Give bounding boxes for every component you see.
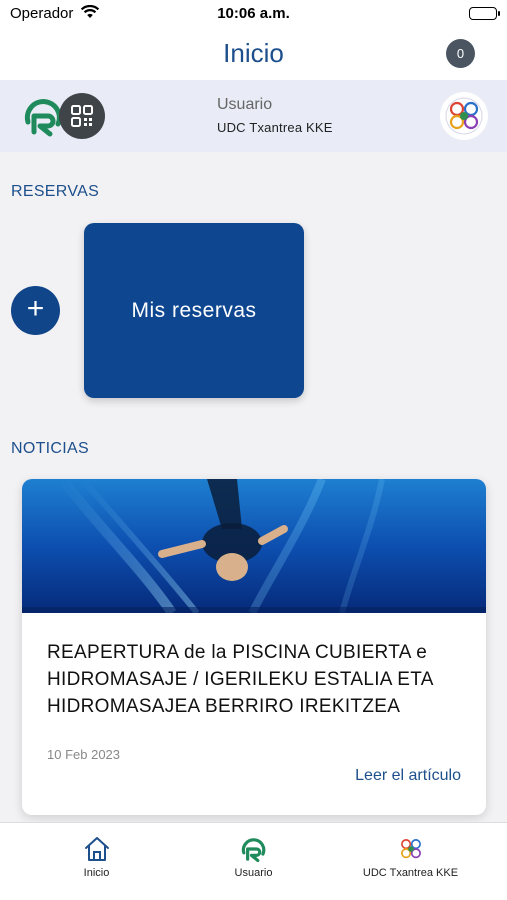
tab-usuario[interactable]: Usuario bbox=[169, 823, 338, 900]
add-reserva-button[interactable]: + bbox=[11, 286, 60, 335]
reservas-section-title: RESERVAS bbox=[11, 183, 100, 200]
home-icon bbox=[84, 837, 109, 861]
news-title: REAPERTURA de la PISCINA CUBIERTA e HIDR… bbox=[47, 642, 433, 717]
notification-badge[interactable]: 0 bbox=[446, 39, 475, 68]
qr-code-icon bbox=[71, 105, 93, 127]
status-time: 10:06 a.m. bbox=[217, 5, 290, 22]
news-image bbox=[22, 479, 486, 613]
news-date: 10 Feb 2023 bbox=[47, 747, 121, 762]
status-bar: Operador 10:06 a.m. bbox=[0, 0, 507, 30]
user-label: Usuario bbox=[217, 96, 273, 113]
user-bar: Usuario UDC Txantrea KKE bbox=[0, 80, 507, 152]
mis-reservas-card[interactable]: Mis reservas bbox=[84, 223, 304, 398]
tab-club-label: UDC Txantrea KKE bbox=[362, 867, 459, 879]
tab-inicio-label: Inicio bbox=[83, 867, 110, 879]
battery-icon bbox=[469, 7, 500, 20]
tab-bar: Inicio Usuario UDC Txantrea KKE bbox=[0, 822, 507, 900]
nav-header: Inicio 0 bbox=[0, 30, 507, 80]
qr-code-button[interactable] bbox=[59, 93, 105, 139]
news-card[interactable]: REAPERTURA de la PISCINA CUBIERTA e HIDR… bbox=[22, 479, 486, 815]
user-club-name: UDC Txantrea KKE bbox=[217, 120, 333, 135]
club-logo-icon bbox=[400, 839, 421, 859]
mis-reservas-label: Mis reservas bbox=[131, 298, 257, 322]
tab-usuario-label: Usuario bbox=[234, 867, 273, 879]
noticias-section-title: NOTICIAS bbox=[11, 440, 89, 457]
tab-inicio[interactable]: Inicio bbox=[12, 823, 181, 900]
tab-club[interactable]: UDC Txantrea KKE bbox=[326, 823, 495, 900]
read-article-link[interactable]: Leer el artículo bbox=[355, 767, 461, 785]
page-title: Inicio bbox=[223, 38, 284, 68]
app-logo-icon bbox=[241, 838, 265, 863]
club-logo-icon[interactable] bbox=[440, 92, 488, 140]
